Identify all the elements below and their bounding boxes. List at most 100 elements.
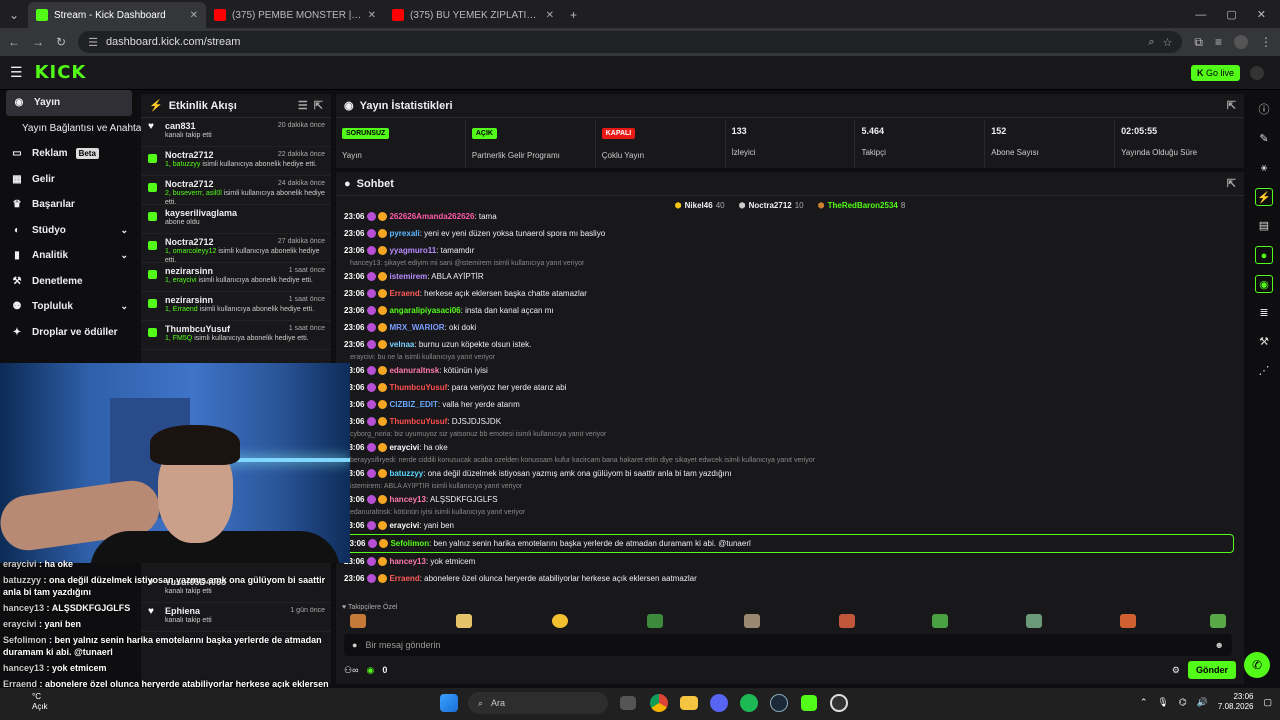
popout-icon[interactable]: ⇱ bbox=[314, 99, 323, 112]
chat-username[interactable]: velnaa bbox=[389, 340, 414, 349]
chat-username[interactable]: ThumbcuYusuf bbox=[389, 383, 447, 392]
go-live-button[interactable]: K Go live bbox=[1190, 65, 1240, 81]
close-window-icon[interactable]: ✕ bbox=[1257, 2, 1266, 28]
chat-username[interactable]: eraycivi bbox=[389, 443, 419, 452]
obs-icon[interactable] bbox=[830, 694, 848, 712]
reload-icon[interactable]: ↻ bbox=[56, 35, 66, 49]
chat-username[interactable]: angaralipiyasaci06 bbox=[389, 306, 460, 315]
emote-icon[interactable] bbox=[1210, 614, 1226, 628]
sidebar-item-gelir[interactable]: ▦ Gelir bbox=[0, 167, 138, 193]
stack-icon[interactable]: ≣ bbox=[1255, 304, 1273, 322]
emote-icon[interactable] bbox=[552, 614, 568, 628]
chat-username[interactable]: ThumbcuYusuf bbox=[389, 417, 447, 426]
sidebar-item-yayin[interactable]: ◉ Yayın bbox=[6, 90, 132, 116]
tab-youtube-2[interactable]: (375) BU YEMEK ZIPLATIRI ELRA ✕ bbox=[384, 2, 562, 28]
chat-username[interactable]: hancey13 bbox=[389, 557, 425, 566]
chat-message[interactable]: 23:06 istemirem: ABLA AYİPTİR bbox=[342, 268, 1234, 285]
emote-icon[interactable] bbox=[839, 614, 855, 628]
tab-kick-dashboard[interactable]: Stream - Kick Dashboard ✕ bbox=[28, 2, 206, 28]
activity-user[interactable]: kayserilivaglama bbox=[165, 208, 325, 218]
edit-icon[interactable]: ✎ bbox=[1255, 130, 1273, 148]
emote-icon[interactable] bbox=[456, 614, 472, 628]
emote-icon[interactable] bbox=[932, 614, 948, 628]
share-icon[interactable]: ⋰ bbox=[1255, 362, 1273, 380]
chat-input[interactable]: ● Bir mesaj gönderin ☻ bbox=[344, 634, 1232, 656]
sidebar-item-denetleme[interactable]: ⚒ Denetleme bbox=[0, 269, 138, 295]
chrome-icon[interactable] bbox=[650, 694, 668, 712]
wrench-icon[interactable]: ⚒ bbox=[1255, 333, 1273, 351]
chat-username[interactable]: istemirem bbox=[389, 272, 427, 281]
sidebar-item-reklam[interactable]: ▭ Reklam Beta bbox=[0, 141, 138, 167]
users-icon[interactable]: ⚇∞ bbox=[344, 665, 358, 676]
chat-message[interactable]: 23:06 Sefolimon: ben yalnız senin harika … bbox=[342, 534, 1234, 553]
sidebar-item-basarilar[interactable]: ♛ Başarılar bbox=[0, 192, 138, 218]
chat-message[interactable]: 23:06 CIZBIZ_EDIT: valla her yerde atarım bbox=[342, 396, 1234, 413]
chat-username[interactable]: pyrexali bbox=[389, 229, 419, 238]
chat-username[interactable]: Erraend bbox=[389, 289, 419, 298]
tray-overflow-icon[interactable]: ⌃ bbox=[1140, 697, 1148, 708]
chat-message[interactable]: 23:06 MRX_WARIOR: oki doki bbox=[342, 319, 1234, 336]
chat-username[interactable]: CIZBIZ_EDIT bbox=[389, 400, 437, 409]
chat-message[interactable]: 23:06 ThumbcuYusuf: DJSJDJSJDK bbox=[342, 413, 1234, 430]
chat-message[interactable]: 23:06 ThumbcuYusuf: para veriyoz her yerd… bbox=[342, 379, 1234, 396]
url-field[interactable]: ☰ dashboard.kick.com/stream ⌕ ☆ bbox=[78, 31, 1183, 53]
user-avatar[interactable] bbox=[1250, 66, 1264, 80]
clock[interactable]: 23:06 7.08.2026 bbox=[1218, 692, 1254, 712]
chat-message[interactable]: 23:06 262626Amanda262626: tama bbox=[342, 208, 1234, 225]
chat-message[interactable]: 23:06 eraycivi: ha oke bbox=[342, 439, 1234, 456]
emote-icon[interactable] bbox=[1026, 614, 1042, 628]
connections-icon[interactable]: ⚹ bbox=[1255, 159, 1273, 177]
lightning-icon[interactable]: ⚡ bbox=[1255, 188, 1273, 206]
chat-message[interactable]: 23:06 Erraend: herkese açık eklersen başk… bbox=[342, 285, 1234, 302]
chat-username[interactable]: Erraend bbox=[389, 574, 419, 583]
chat-username[interactable]: batuzzyy bbox=[389, 469, 423, 478]
steam-icon[interactable] bbox=[770, 694, 788, 712]
sidebar-item-studyo[interactable]: ◐ Stüdyo ⌄ bbox=[0, 218, 138, 244]
sidebar-item-topluluk[interactable]: ⚉ Topluluk ⌄ bbox=[0, 294, 138, 320]
tab-youtube-1[interactable]: (375) PEMBE MONSTER | Mada ✕ bbox=[206, 2, 384, 28]
broadcast-icon[interactable]: ◉ bbox=[1255, 275, 1273, 293]
chat-message[interactable]: 23:06 Erraend: abonelere özel olunca hery… bbox=[342, 570, 1234, 587]
extensions-icon[interactable]: ⧉ bbox=[1194, 35, 1203, 50]
popout-icon[interactable]: ⇱ bbox=[1227, 177, 1236, 190]
popout-icon[interactable]: ⇱ bbox=[1227, 99, 1236, 112]
kick-studio-icon[interactable] bbox=[801, 695, 817, 711]
back-icon[interactable]: ← bbox=[8, 35, 20, 49]
chat-username[interactable]: eraycivi bbox=[389, 521, 419, 530]
spotify-icon[interactable] bbox=[740, 694, 758, 712]
chat-message[interactable]: 23:06 yyagmuro11: tamamdır bbox=[342, 242, 1234, 259]
chat-message[interactable]: 23:06 eraycivi: yani ben bbox=[342, 517, 1234, 534]
sidebar-item-stream-key[interactable]: Yayın Bağlantısı ve Anahtarı bbox=[0, 116, 147, 142]
close-tab-icon[interactable]: ✕ bbox=[546, 10, 554, 21]
forward-icon[interactable]: → bbox=[32, 35, 44, 49]
chat-message[interactable]: 23:06 angaralipiyasaci06: insta dan kanal… bbox=[342, 302, 1234, 319]
tab-list-icon[interactable]: ⌄ bbox=[0, 2, 28, 28]
sidebar-item-droplar[interactable]: ✦ Droplar ve ödüller bbox=[0, 320, 138, 346]
emoji-picker-icon[interactable]: ☻ bbox=[1215, 640, 1224, 650]
emote-icon[interactable] bbox=[744, 614, 760, 628]
chat-message[interactable]: 23:06 hancey13: ALŞSDKFGJGLFS bbox=[342, 491, 1234, 508]
task-view-icon[interactable] bbox=[620, 696, 636, 710]
site-info-icon[interactable]: ☰ bbox=[88, 36, 98, 49]
document-icon[interactable]: ▤ bbox=[1255, 217, 1273, 235]
zoom-icon[interactable]: ⌕ bbox=[1148, 36, 1154, 49]
volume-icon[interactable]: 🔊 bbox=[1197, 697, 1208, 708]
chat-username[interactable]: yyagmuro11 bbox=[389, 246, 436, 255]
emote-icon[interactable] bbox=[1120, 614, 1136, 628]
file-explorer-icon[interactable] bbox=[680, 696, 698, 710]
chat-messages[interactable]: 23:06 262626Amanda262626: tama 23:06 pyrexa… bbox=[342, 208, 1234, 598]
notifications-icon[interactable]: ▢ bbox=[1263, 697, 1272, 708]
microphone-icon[interactable]: 🎙 bbox=[1157, 697, 1168, 708]
windows-start-icon[interactable] bbox=[440, 694, 458, 712]
chat-message[interactable]: 23:06 pyrexali: yeni ev yeni düzen yoksa … bbox=[342, 225, 1234, 242]
new-tab-icon[interactable]: + bbox=[562, 2, 585, 28]
close-tab-icon[interactable]: ✕ bbox=[368, 10, 376, 21]
chat-message[interactable]: 23:06 velnaa: burnu uzun köpekte olsun is… bbox=[342, 336, 1234, 353]
bookmark-star-icon[interactable]: ☆ bbox=[1163, 36, 1173, 49]
chat-message[interactable]: 23:06 batuzzyy: ona değil düzelmek istiyo… bbox=[342, 465, 1234, 482]
chat-username[interactable]: 262626Amanda262626 bbox=[389, 212, 474, 221]
hamburger-menu-icon[interactable]: ☰ bbox=[10, 64, 23, 81]
browser-menu-icon[interactable]: ⋮ bbox=[1260, 35, 1272, 49]
chat-bubble-icon[interactable]: ● bbox=[1255, 246, 1273, 264]
chat-username[interactable]: Sefolimon bbox=[390, 539, 429, 548]
